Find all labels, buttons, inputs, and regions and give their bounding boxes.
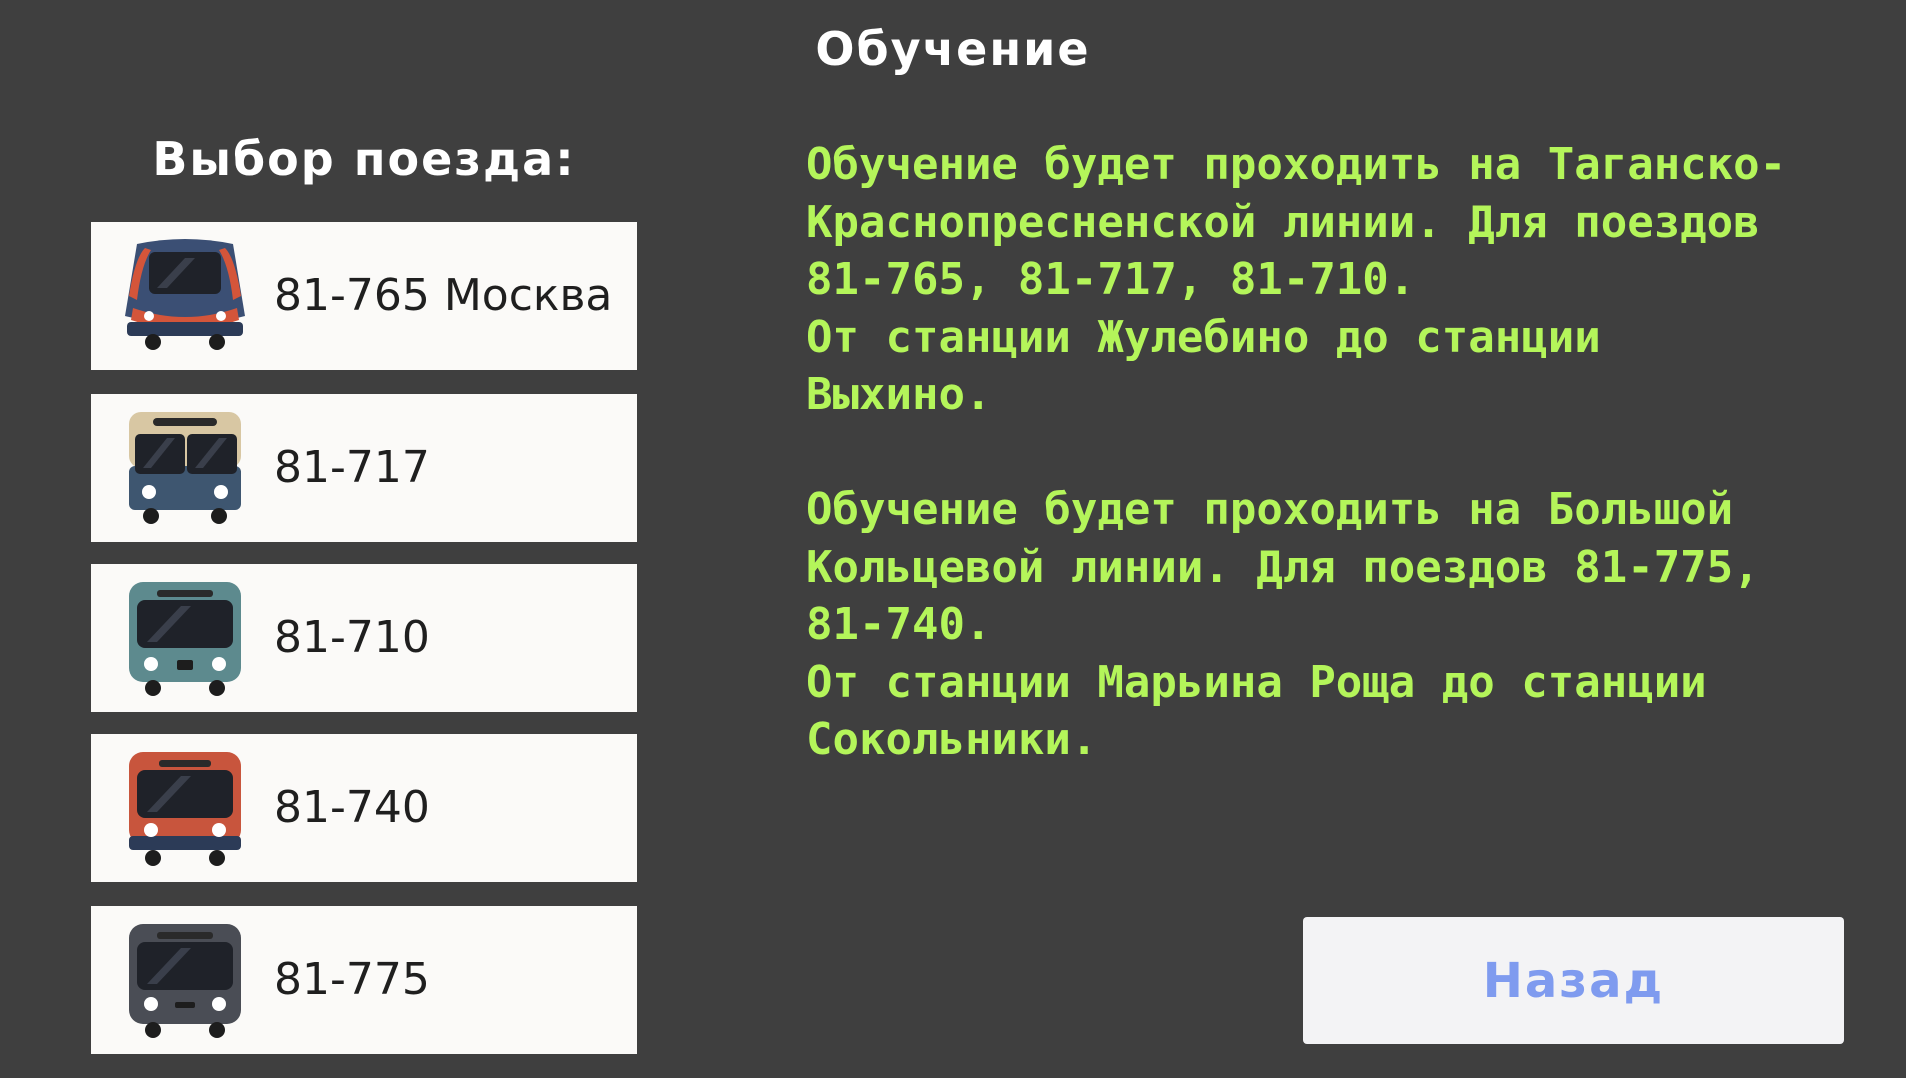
train-81-765-icon (125, 239, 245, 350)
train-81-775-icon (129, 924, 241, 1038)
train-81-740-icon (129, 752, 241, 866)
train-option-81-775[interactable]: 81-775 (91, 906, 637, 1054)
train-option-label: 81-740 (274, 782, 430, 833)
info-paragraph-koltsevaya: Обучение будет проходить на Большой Коль… (806, 484, 1760, 765)
train-81-717-icon (129, 412, 241, 524)
back-button[interactable]: Назад (1303, 917, 1844, 1044)
train-select-heading: Выбор поезда: (152, 132, 576, 186)
train-option-81-717[interactable]: 81-717 (91, 394, 637, 542)
page-title: Обучение (815, 22, 1091, 76)
tutorial-info: Обучение будет проходить на Таганско- Кр… (806, 136, 1886, 769)
train-option-label: 81-775 (274, 954, 430, 1005)
train-option-label: 81-710 (274, 612, 430, 663)
train-option-label: 81-765 Москва (274, 270, 613, 321)
train-option-label: 81-717 (274, 442, 430, 493)
info-paragraph-taganskaya: Обучение будет проходить на Таганско- Кр… (806, 139, 1787, 420)
train-81-710-icon (129, 582, 241, 696)
train-option-81-710[interactable]: 81-710 (91, 564, 637, 712)
train-option-81-765[interactable]: 81-765 Москва (91, 222, 637, 370)
train-option-81-740[interactable]: 81-740 (91, 734, 637, 882)
tutorial-screen: Обучение Выбор поезда: 81-765 Москва 81-… (0, 0, 1906, 1078)
